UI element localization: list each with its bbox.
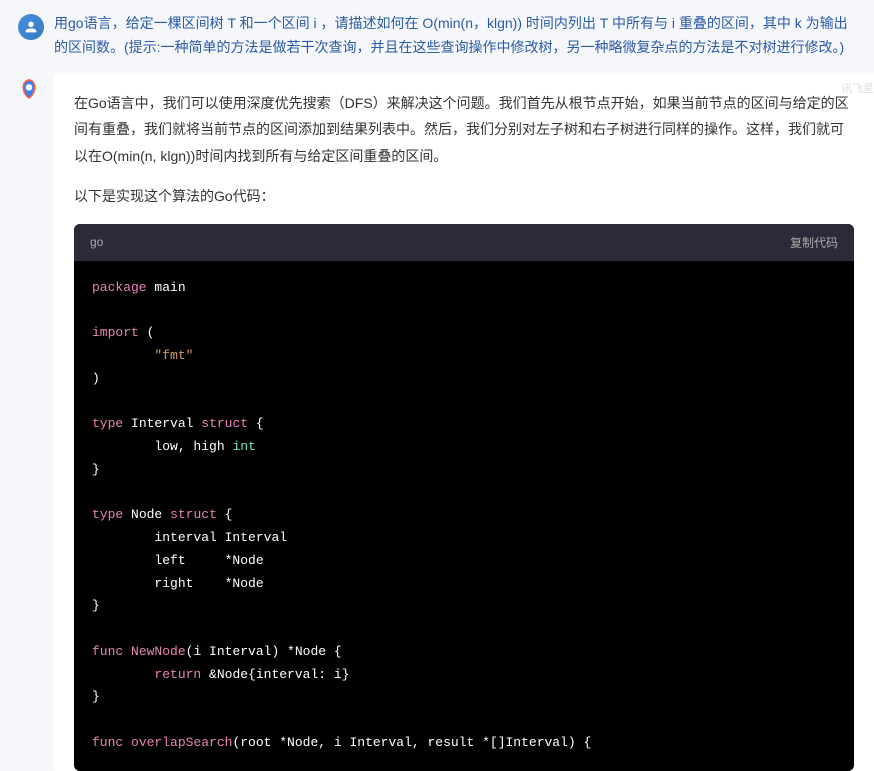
- field-low-high: low, high: [154, 439, 224, 454]
- kw-func-2: func: [92, 735, 123, 750]
- answer-section: 讯飞星 在Go语言中，我们可以使用深度优先搜索（DFS）来解决这个问题。我们首先…: [0, 74, 874, 771]
- kw-return: return: [154, 667, 201, 682]
- field-left: left *Node: [154, 553, 263, 568]
- kw-struct-1: struct: [201, 416, 248, 431]
- code-body: package main import ( "fmt" ) type Inter…: [74, 261, 854, 771]
- fn-newnode: NewNode: [131, 644, 186, 659]
- type-node: Node: [131, 507, 162, 522]
- answer-paragraph-1: 在Go语言中，我们可以使用深度优先搜索（DFS）来解决这个问题。我们首先从根节点…: [74, 90, 854, 170]
- answer-card: 讯飞星 在Go语言中，我们可以使用深度优先搜索（DFS）来解决这个问题。我们首先…: [54, 74, 874, 771]
- kw-struct-2: struct: [170, 507, 217, 522]
- question-section: 用go语言，给定一棵区间树 T 和一个区间 i ，请描述如何在 O(min(n，…: [0, 0, 874, 74]
- kw-import: import: [92, 325, 139, 340]
- copy-code-button[interactable]: 复制代码: [790, 234, 838, 251]
- fn-overlap: overlapSearch: [131, 735, 232, 750]
- field-right: right *Node: [154, 576, 263, 591]
- overlap-sig: (root *Node, i Interval, result *[]Inter…: [232, 735, 591, 750]
- ai-avatar-icon: [14, 74, 44, 104]
- kw-func-1: func: [92, 644, 123, 659]
- field-interval: interval Interval: [154, 530, 287, 545]
- type-int: int: [232, 439, 255, 454]
- newnode-body: &Node{interval: i}: [209, 667, 349, 682]
- code-block: go 复制代码 package main import ( "fmt" ) ty…: [74, 224, 854, 771]
- answer-paragraph-2: 以下是实现这个算法的Go代码：: [74, 183, 854, 210]
- kw-type-1: type: [92, 416, 123, 431]
- code-header: go 复制代码: [74, 224, 854, 261]
- kw-package: package: [92, 280, 147, 295]
- user-avatar-icon: [18, 14, 44, 40]
- newnode-sig: (i Interval) *Node {: [186, 644, 342, 659]
- watermark-label: 讯飞星: [841, 80, 874, 96]
- ident-main: main: [154, 280, 185, 295]
- str-fmt: "fmt": [154, 348, 193, 363]
- type-interval: Interval: [131, 416, 193, 431]
- code-lang-label: go: [90, 235, 103, 249]
- question-text: 用go语言，给定一棵区间树 T 和一个区间 i ，请描述如何在 O(min(n，…: [54, 12, 856, 60]
- kw-type-2: type: [92, 507, 123, 522]
